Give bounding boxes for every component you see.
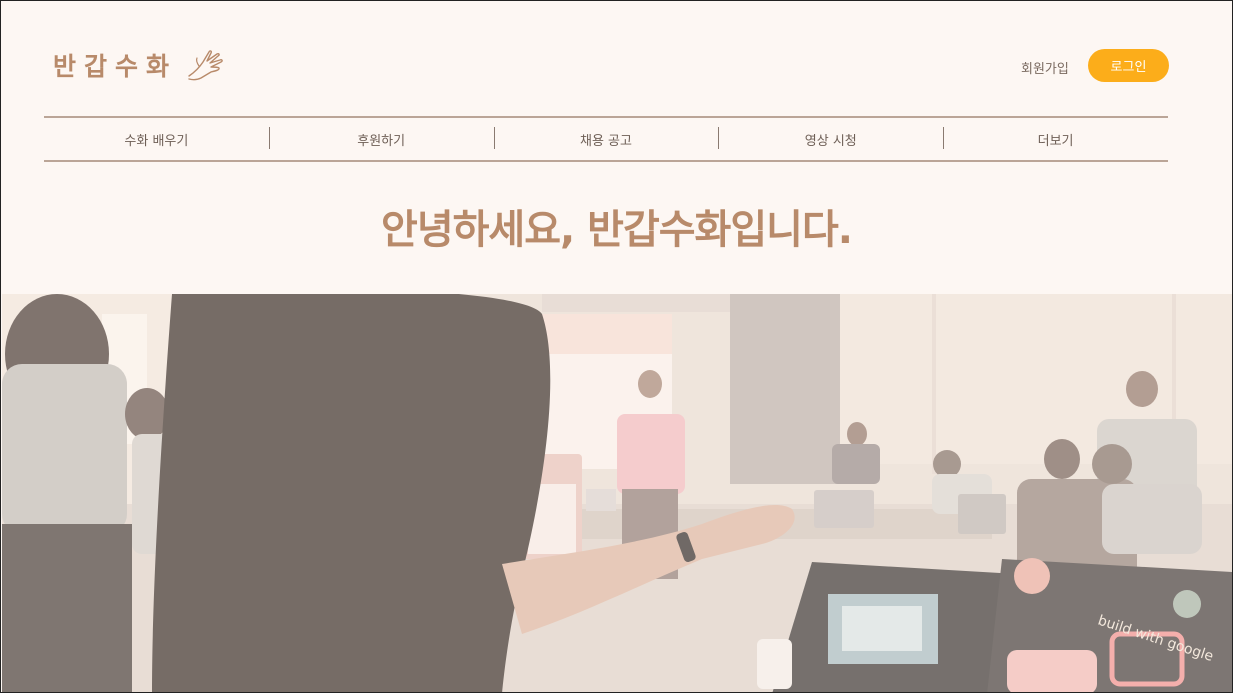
main-nav: 수화 배우기 후원하기 채용 공고 영상 시청 더보기 (44, 116, 1168, 162)
signup-link[interactable]: 회원가입 (1021, 58, 1069, 77)
page-frame: 반갑수화 회원가입 로그인 수화 배우기 후원하기 채용 공고 영상 시청 더보… (0, 0, 1233, 693)
photo-fade-overlay (2, 294, 1232, 692)
hand-sign-icon (188, 50, 223, 81)
nav-item-learn-sign[interactable]: 수화 배우기 (44, 130, 269, 149)
site-header: 반갑수화 회원가입 로그인 수화 배우기 후원하기 채용 공고 영상 시청 더보… (1, 1, 1232, 294)
hero-title: 안녕하세요, 반갑수화입니다. (381, 207, 853, 253)
logo-text: 반갑수화 (53, 52, 178, 81)
hero-photo: build with google (2, 294, 1232, 692)
logo[interactable]: 반갑수화 (53, 47, 225, 83)
nav-item-donate[interactable]: 후원하기 (268, 126, 494, 149)
login-button[interactable]: 로그인 (1088, 49, 1169, 82)
nav-item-videos[interactable]: 영상 시청 (718, 126, 943, 149)
nav-item-more[interactable]: 더보기 (943, 126, 1168, 149)
nav-item-jobs[interactable]: 채용 공고 (493, 126, 719, 149)
